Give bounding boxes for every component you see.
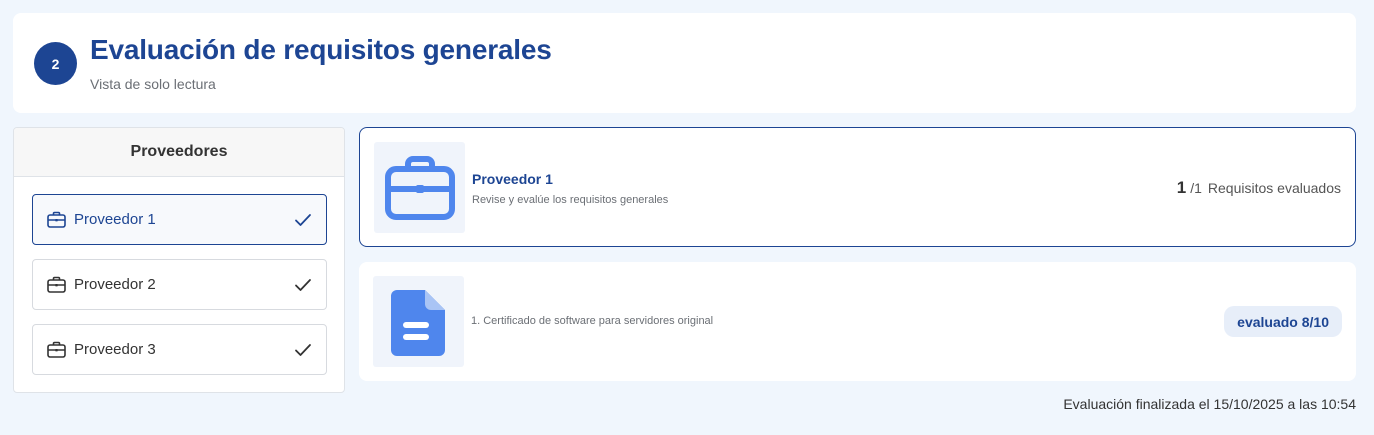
sidebar-title: Proveedores <box>14 128 344 177</box>
evaluated-total: /1 <box>1190 180 1202 196</box>
provider-description: Revise y evalúe los requisitos generales <box>472 194 669 206</box>
briefcase-icon <box>47 211 66 228</box>
document-icon <box>373 276 464 367</box>
evaluation-finished-note: Evaluación finalizada el 15/10/2025 a la… <box>1063 396 1356 412</box>
sidebar-item-proveedor-1[interactable]: Proveedor 1 <box>32 194 327 245</box>
briefcase-icon <box>47 276 66 293</box>
step-badge: 2 <box>34 42 77 85</box>
sidebar-item-label: Proveedor 2 <box>74 276 156 293</box>
status-badge: evaluado 8/10 <box>1224 306 1342 337</box>
sidebar-item-label: Proveedor 3 <box>74 341 156 358</box>
evaluated-count: 1 <box>1176 178 1187 197</box>
briefcase-icon <box>47 341 66 358</box>
page-subtitle: Vista de solo lectura <box>90 76 216 92</box>
evaluated-label: Requisitos evaluados <box>1207 180 1341 196</box>
briefcase-icon <box>374 142 465 233</box>
check-icon <box>294 278 312 292</box>
provider-summary-card: Proveedor 1 Revise y evalúe los requisit… <box>359 127 1356 247</box>
provider-name: Proveedor 1 <box>472 171 553 187</box>
header-card: 2 Evaluación de requisitos generales Vis… <box>13 13 1356 113</box>
page-title: Evaluación de requisitos generales <box>90 34 552 65</box>
check-icon <box>294 343 312 357</box>
sidebar-item-proveedor-2[interactable]: Proveedor 2 <box>32 259 327 310</box>
providers-sidebar: Proveedores Proveedor 1 Proveedor 2 Prov… <box>13 127 345 393</box>
evaluated-counter: 1 /1 Requisitos evaluados <box>1177 178 1341 198</box>
sidebar-item-proveedor-3[interactable]: Proveedor 3 <box>32 324 327 375</box>
sidebar-item-label: Proveedor 1 <box>74 211 156 228</box>
check-icon <box>294 213 312 227</box>
requirement-text: 1. Certificado de software para servidor… <box>471 315 714 327</box>
requirement-card[interactable]: 1. Certificado de software para servidor… <box>359 262 1356 381</box>
